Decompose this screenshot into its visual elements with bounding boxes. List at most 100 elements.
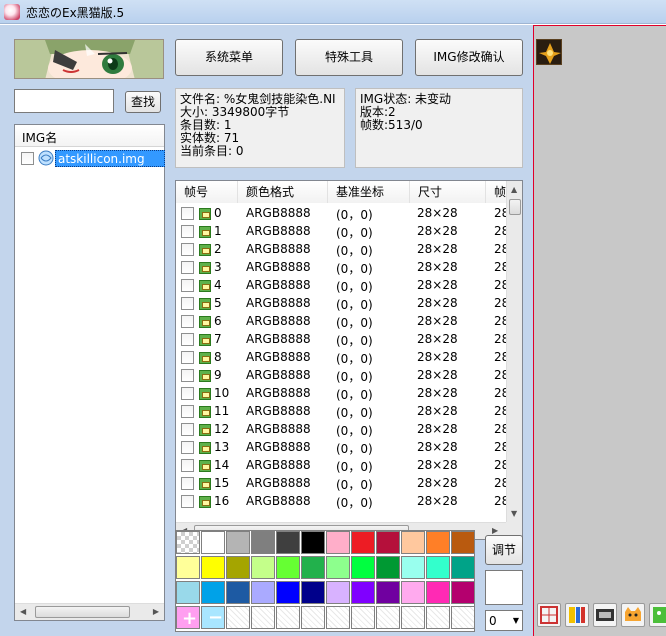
row-checkbox[interactable] — [181, 315, 194, 328]
table-row[interactable]: 9 ARGB8888 (0，0) 28×28 28 — [176, 367, 506, 385]
table-row[interactable]: 10 ARGB8888 (0，0) 28×28 28 — [176, 385, 506, 403]
row-checkbox[interactable] — [181, 279, 194, 292]
search-input[interactable] — [14, 89, 114, 113]
frame-table[interactable]: 帧号 颜色格式 基准坐标 尺寸 帧 0ARGB8888(0，0)28×28281… — [175, 180, 523, 540]
search-button[interactable]: 查找 — [125, 91, 161, 113]
color-swatch[interactable] — [401, 531, 425, 554]
color-swatch[interactable] — [201, 581, 225, 604]
cat-face-icon[interactable] — [621, 603, 645, 627]
scroll-right-icon[interactable]: ▶ — [492, 526, 498, 535]
color-swatch[interactable] — [376, 531, 400, 554]
empty-swatch[interactable] — [351, 606, 375, 629]
table-row[interactable]: 11 ARGB8888 (0，0) 28×28 28 — [176, 403, 506, 421]
row-checkbox[interactable] — [181, 441, 194, 454]
table-row[interactable]: 12 ARGB8888 (0，0) 28×28 28 — [176, 421, 506, 439]
table-row[interactable]: 5 ARGB8888 (0，0) 28×28 28 — [176, 295, 506, 313]
color-swatch[interactable] — [176, 556, 200, 579]
empty-swatch[interactable] — [276, 606, 300, 629]
green-sprite-icon[interactable] — [649, 603, 666, 627]
color-swatch[interactable] — [401, 556, 425, 579]
empty-swatch[interactable] — [376, 606, 400, 629]
color-swatch[interactable] — [451, 556, 475, 579]
col-header-size[interactable]: 尺寸 — [410, 181, 486, 203]
color-swatch[interactable] — [251, 581, 275, 604]
table-row[interactable]: 13 ARGB8888 (0，0) 28×28 28 — [176, 439, 506, 457]
frame-grid-icon[interactable] — [537, 603, 561, 627]
table-row[interactable]: 14 ARGB8888 (0，0) 28×28 28 — [176, 457, 506, 475]
table-row[interactable]: 4 ARGB8888 (0，0) 28×28 28 — [176, 277, 506, 295]
color-swatch[interactable] — [326, 531, 350, 554]
palette-index-dropdown[interactable]: 0 ▼ — [485, 610, 523, 631]
img-list-hscrollbar[interactable]: ◀ ▶ — [15, 603, 164, 620]
transparent-swatch[interactable] — [176, 531, 200, 554]
col-header-frame-id[interactable]: 帧号 — [176, 181, 238, 203]
color-swatch[interactable] — [226, 581, 250, 604]
table-row[interactable]: 7 ARGB8888 (0，0) 28×28 28 — [176, 331, 506, 349]
color-swatch[interactable] — [176, 581, 200, 604]
empty-swatch[interactable] — [401, 606, 425, 629]
color-swatch[interactable] — [351, 531, 375, 554]
color-swatch[interactable] — [226, 531, 250, 554]
color-swatch[interactable] — [326, 556, 350, 579]
table-row[interactable]: 0 ARGB8888 (0，0) 28×28 28 — [176, 205, 506, 223]
row-checkbox[interactable] — [181, 369, 194, 382]
add-color-icon[interactable]: + — [176, 606, 200, 629]
color-swatch[interactable] — [351, 556, 375, 579]
color-swatch[interactable] — [301, 531, 325, 554]
system-menu-button[interactable]: 系统菜单 — [175, 39, 283, 76]
color-swatch[interactable] — [351, 581, 375, 604]
table-row[interactable]: 6 ARGB8888 (0，0) 28×28 28 — [176, 313, 506, 331]
row-checkbox[interactable] — [181, 261, 194, 274]
scroll-left-icon[interactable]: ◀ — [20, 607, 26, 616]
row-checkbox[interactable] — [181, 387, 194, 400]
color-swatch[interactable] — [326, 581, 350, 604]
scroll-up-icon[interactable]: ▲ — [511, 185, 517, 194]
color-swatch[interactable] — [276, 531, 300, 554]
empty-swatch[interactable] — [251, 606, 275, 629]
color-swatch[interactable] — [301, 556, 325, 579]
empty-swatch[interactable] — [426, 606, 450, 629]
row-checkbox[interactable] — [181, 297, 194, 310]
color-swatch[interactable] — [451, 581, 475, 604]
scroll-thumb[interactable] — [509, 199, 521, 215]
color-swatch[interactable] — [201, 531, 225, 554]
table-row[interactable]: 8 ARGB8888 (0，0) 28×28 28 — [176, 349, 506, 367]
empty-swatch[interactable] — [226, 606, 250, 629]
scroll-right-icon[interactable]: ▶ — [153, 607, 159, 616]
special-tools-button[interactable]: 特殊工具 — [295, 39, 403, 76]
color-swatch[interactable] — [376, 556, 400, 579]
adjust-button[interactable]: 调节 — [485, 535, 523, 565]
row-checkbox[interactable] — [181, 405, 194, 418]
list-item-checkbox[interactable] — [21, 152, 34, 165]
img-list[interactable]: IMG名 atskillicon.img ◀ ▶ — [14, 124, 165, 621]
color-swatch[interactable] — [451, 531, 475, 554]
color-swatch[interactable] — [376, 581, 400, 604]
frame-table-vscrollbar[interactable]: ▲ ▼ — [506, 181, 522, 522]
row-checkbox[interactable] — [181, 333, 194, 346]
palette-bars-icon[interactable] — [565, 603, 589, 627]
preview-canvas[interactable] — [533, 25, 666, 636]
color-swatch[interactable] — [426, 531, 450, 554]
empty-swatch[interactable] — [451, 606, 475, 629]
scroll-down-icon[interactable]: ▼ — [511, 509, 517, 518]
row-checkbox[interactable] — [181, 225, 194, 238]
row-checkbox[interactable] — [181, 495, 194, 508]
current-color-preview[interactable] — [485, 570, 523, 605]
color-swatch[interactable] — [226, 556, 250, 579]
empty-swatch[interactable] — [326, 606, 350, 629]
table-row[interactable]: 15 ARGB8888 (0，0) 28×28 28 — [176, 475, 506, 493]
table-row[interactable]: 16 ARGB8888 (0，0) 28×28 28 — [176, 493, 506, 511]
film-icon[interactable] — [593, 603, 617, 627]
scroll-thumb[interactable] — [35, 606, 130, 618]
color-swatch[interactable] — [301, 581, 325, 604]
color-swatch[interactable] — [276, 556, 300, 579]
color-swatch[interactable] — [251, 531, 275, 554]
list-item[interactable]: atskillicon.img — [19, 150, 165, 168]
color-swatch[interactable] — [201, 556, 225, 579]
color-swatch[interactable] — [276, 581, 300, 604]
row-checkbox[interactable] — [181, 243, 194, 256]
img-confirm-button[interactable]: IMG修改确认 — [415, 39, 523, 76]
table-row[interactable]: 3 ARGB8888 (0，0) 28×28 28 — [176, 259, 506, 277]
row-checkbox[interactable] — [181, 423, 194, 436]
row-checkbox[interactable] — [181, 477, 194, 490]
